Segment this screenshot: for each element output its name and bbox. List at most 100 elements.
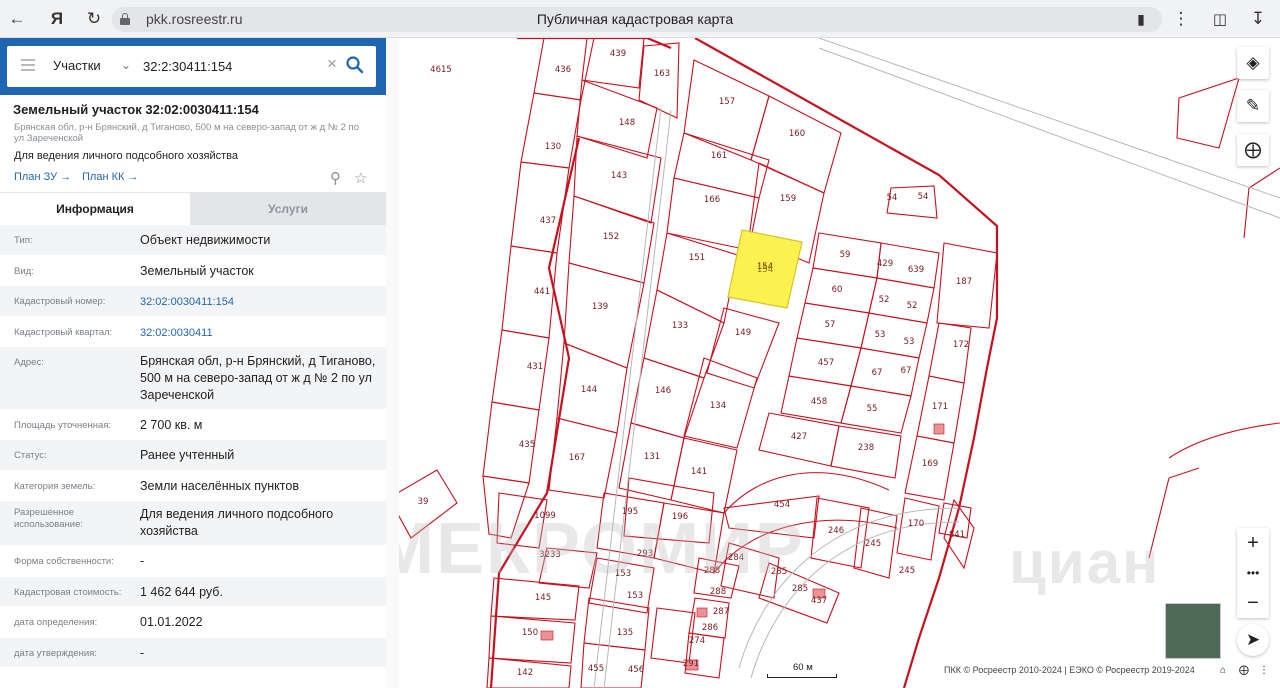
crosshair-icon[interactable]: ⨁ bbox=[1237, 663, 1251, 677]
parcel-label[interactable]: 456 bbox=[628, 665, 644, 675]
parcel-label[interactable]: 134 bbox=[710, 401, 726, 411]
plan-zu-link[interactable]: План ЗУ → bbox=[14, 171, 71, 183]
parcel-label[interactable]: 167 bbox=[569, 453, 585, 463]
parcel-label[interactable]: 144 bbox=[581, 385, 597, 395]
parcel-label[interactable]: 436 bbox=[555, 65, 571, 75]
parcel-label[interactable]: 131 bbox=[644, 452, 660, 462]
parcel-label[interactable]: 238 bbox=[858, 443, 874, 453]
parcel-label[interactable]: 172 bbox=[953, 340, 969, 350]
object-type-select[interactable]: Участки bbox=[53, 58, 101, 73]
clear-icon[interactable]: × bbox=[327, 54, 337, 74]
yandex-icon[interactable]: Я bbox=[45, 7, 69, 31]
parcel-label[interactable]: 133 bbox=[672, 321, 688, 331]
extensions-icon[interactable]: ◫ bbox=[1208, 7, 1232, 31]
parcel-label[interactable]: 187 bbox=[956, 277, 972, 287]
parcel-label[interactable]: 67 bbox=[901, 366, 912, 376]
parcel-label[interactable]: 245 bbox=[899, 566, 915, 576]
parcel-label[interactable]: 429 bbox=[877, 259, 893, 269]
parcel-label[interactable]: 441 bbox=[534, 287, 550, 297]
parcel-label[interactable]: 148 bbox=[619, 118, 635, 128]
bookmark-icon[interactable]: ▮ bbox=[1129, 7, 1153, 31]
parcel-label[interactable]: 435 bbox=[519, 440, 535, 450]
reload-icon[interactable]: ↻ bbox=[82, 7, 106, 31]
layers-icon[interactable]: ◈ bbox=[1237, 47, 1269, 79]
parcel-label[interactable]: 54 bbox=[918, 192, 929, 202]
parcel-label[interactable]: 431 bbox=[527, 362, 543, 372]
parcel-label[interactable]: 39 bbox=[418, 497, 429, 507]
parcel-label[interactable]: 291 bbox=[683, 659, 699, 669]
parcel-label[interactable]: 160 bbox=[789, 129, 805, 139]
parcel-label[interactable]: 52 bbox=[907, 301, 918, 311]
parcel-label[interactable]: 52 bbox=[879, 295, 890, 305]
parcel-label[interactable]: 57 bbox=[825, 320, 836, 330]
parcel-label[interactable]: 152 bbox=[603, 232, 619, 242]
chevron-down-icon[interactable]: ⌄ bbox=[121, 58, 131, 72]
search-icon[interactable] bbox=[345, 55, 365, 75]
parcel-label[interactable]: 60 bbox=[832, 285, 843, 295]
parcel-label[interactable]: 54 bbox=[887, 193, 898, 203]
parcel-label[interactable]: 455 bbox=[588, 664, 604, 674]
parcel-label[interactable]: 245 bbox=[865, 539, 881, 549]
zoom-in-button[interactable]: + bbox=[1237, 528, 1269, 558]
parcel-label[interactable]: 153 bbox=[627, 591, 643, 601]
parcel-label[interactable]: 437 bbox=[540, 216, 556, 226]
locate-icon[interactable]: ⨁ bbox=[1237, 134, 1269, 166]
parcel-label[interactable]: 458 bbox=[811, 397, 827, 407]
parcel-label[interactable]: 159 bbox=[780, 194, 796, 204]
parcel-label[interactable]: 151 bbox=[689, 253, 705, 263]
zoom-out-button[interactable]: − bbox=[1237, 588, 1269, 618]
parcel-label[interactable]: 145 bbox=[535, 593, 551, 603]
parcel-label[interactable]: 427 bbox=[791, 432, 807, 442]
selected-parcel-label[interactable]: 154 bbox=[757, 265, 773, 275]
parcel-label[interactable]: 149 bbox=[735, 328, 751, 338]
tab-services[interactable]: Услуги bbox=[190, 192, 386, 225]
parcel-label[interactable]: 286 bbox=[702, 623, 718, 633]
parcel-label[interactable]: 59 bbox=[840, 250, 851, 260]
parcel-label[interactable]: 163 bbox=[654, 69, 670, 79]
address-bar[interactable] bbox=[112, 7, 1162, 32]
cadastral-number-link[interactable]: 32:02:0030411:154 bbox=[140, 294, 378, 311]
more-icon[interactable]: ⋮ bbox=[1169, 7, 1193, 31]
parcel-label[interactable]: 161 bbox=[711, 151, 727, 161]
parcel-label[interactable]: 142 bbox=[517, 668, 533, 678]
parcel-label[interactable]: 274 bbox=[689, 636, 705, 646]
parcel-label[interactable]: 171 bbox=[932, 402, 948, 412]
parcel-label[interactable]: 55 bbox=[867, 404, 878, 414]
parcel-label[interactable]: 639 bbox=[908, 265, 924, 275]
tab-info[interactable]: Информация bbox=[0, 192, 190, 225]
parcel-label[interactable]: 139 bbox=[592, 302, 608, 312]
parcel-label[interactable]: 841 bbox=[949, 530, 965, 540]
parcel-label[interactable]: 437 bbox=[811, 596, 827, 606]
parcel-label[interactable]: 150 bbox=[522, 628, 538, 638]
url-text[interactable]: pkk.rosreestr.ru bbox=[146, 11, 242, 27]
map-info-icon[interactable]: ⋮ bbox=[1257, 663, 1271, 677]
parcel-label[interactable]: 130 bbox=[545, 142, 561, 152]
compass-icon[interactable]: ➤ bbox=[1237, 624, 1269, 656]
parcel-label[interactable]: 439 bbox=[610, 49, 626, 59]
parcel-label[interactable]: 67 bbox=[872, 368, 883, 378]
search-input[interactable] bbox=[143, 56, 323, 76]
parcel-label[interactable]: 53 bbox=[904, 337, 915, 347]
parcel-label[interactable]: 246 bbox=[828, 526, 844, 536]
download-icon[interactable]: ↧ bbox=[1246, 7, 1270, 31]
parcel-label[interactable]: 141 bbox=[691, 467, 707, 477]
parcel-label[interactable]: 457 bbox=[818, 358, 834, 368]
menu-icon[interactable] bbox=[21, 59, 35, 71]
back-icon[interactable]: ← bbox=[5, 7, 29, 31]
parcel-label[interactable]: 135 bbox=[617, 628, 633, 638]
parcel-label[interactable]: 169 bbox=[922, 459, 938, 469]
zoom-to-object-icon[interactable]: ⚲ bbox=[330, 169, 341, 187]
star-icon[interactable]: ☆ bbox=[354, 169, 367, 187]
parcel-label[interactable]: 287 bbox=[713, 607, 729, 617]
home-icon[interactable]: ⌂ bbox=[1216, 663, 1230, 677]
cadastral-quarter-link[interactable]: 32:02:0030411 bbox=[140, 325, 378, 342]
cadastral-map[interactable]: 4615 439 436 163 157 160 148 130 143 161 166 159 437… bbox=[399, 38, 1280, 688]
parcel-label[interactable]: 4615 bbox=[430, 65, 452, 75]
minimap-thumbnail[interactable] bbox=[1165, 603, 1221, 659]
parcel-label[interactable]: 166 bbox=[704, 195, 720, 205]
parcel-label[interactable]: 157 bbox=[719, 97, 735, 107]
parcel-label[interactable]: 146 bbox=[655, 386, 671, 396]
parcel-label[interactable]: 143 bbox=[611, 171, 627, 181]
more-options-icon[interactable]: ••• bbox=[1237, 558, 1269, 588]
parcel-label[interactable]: 53 bbox=[875, 330, 886, 340]
